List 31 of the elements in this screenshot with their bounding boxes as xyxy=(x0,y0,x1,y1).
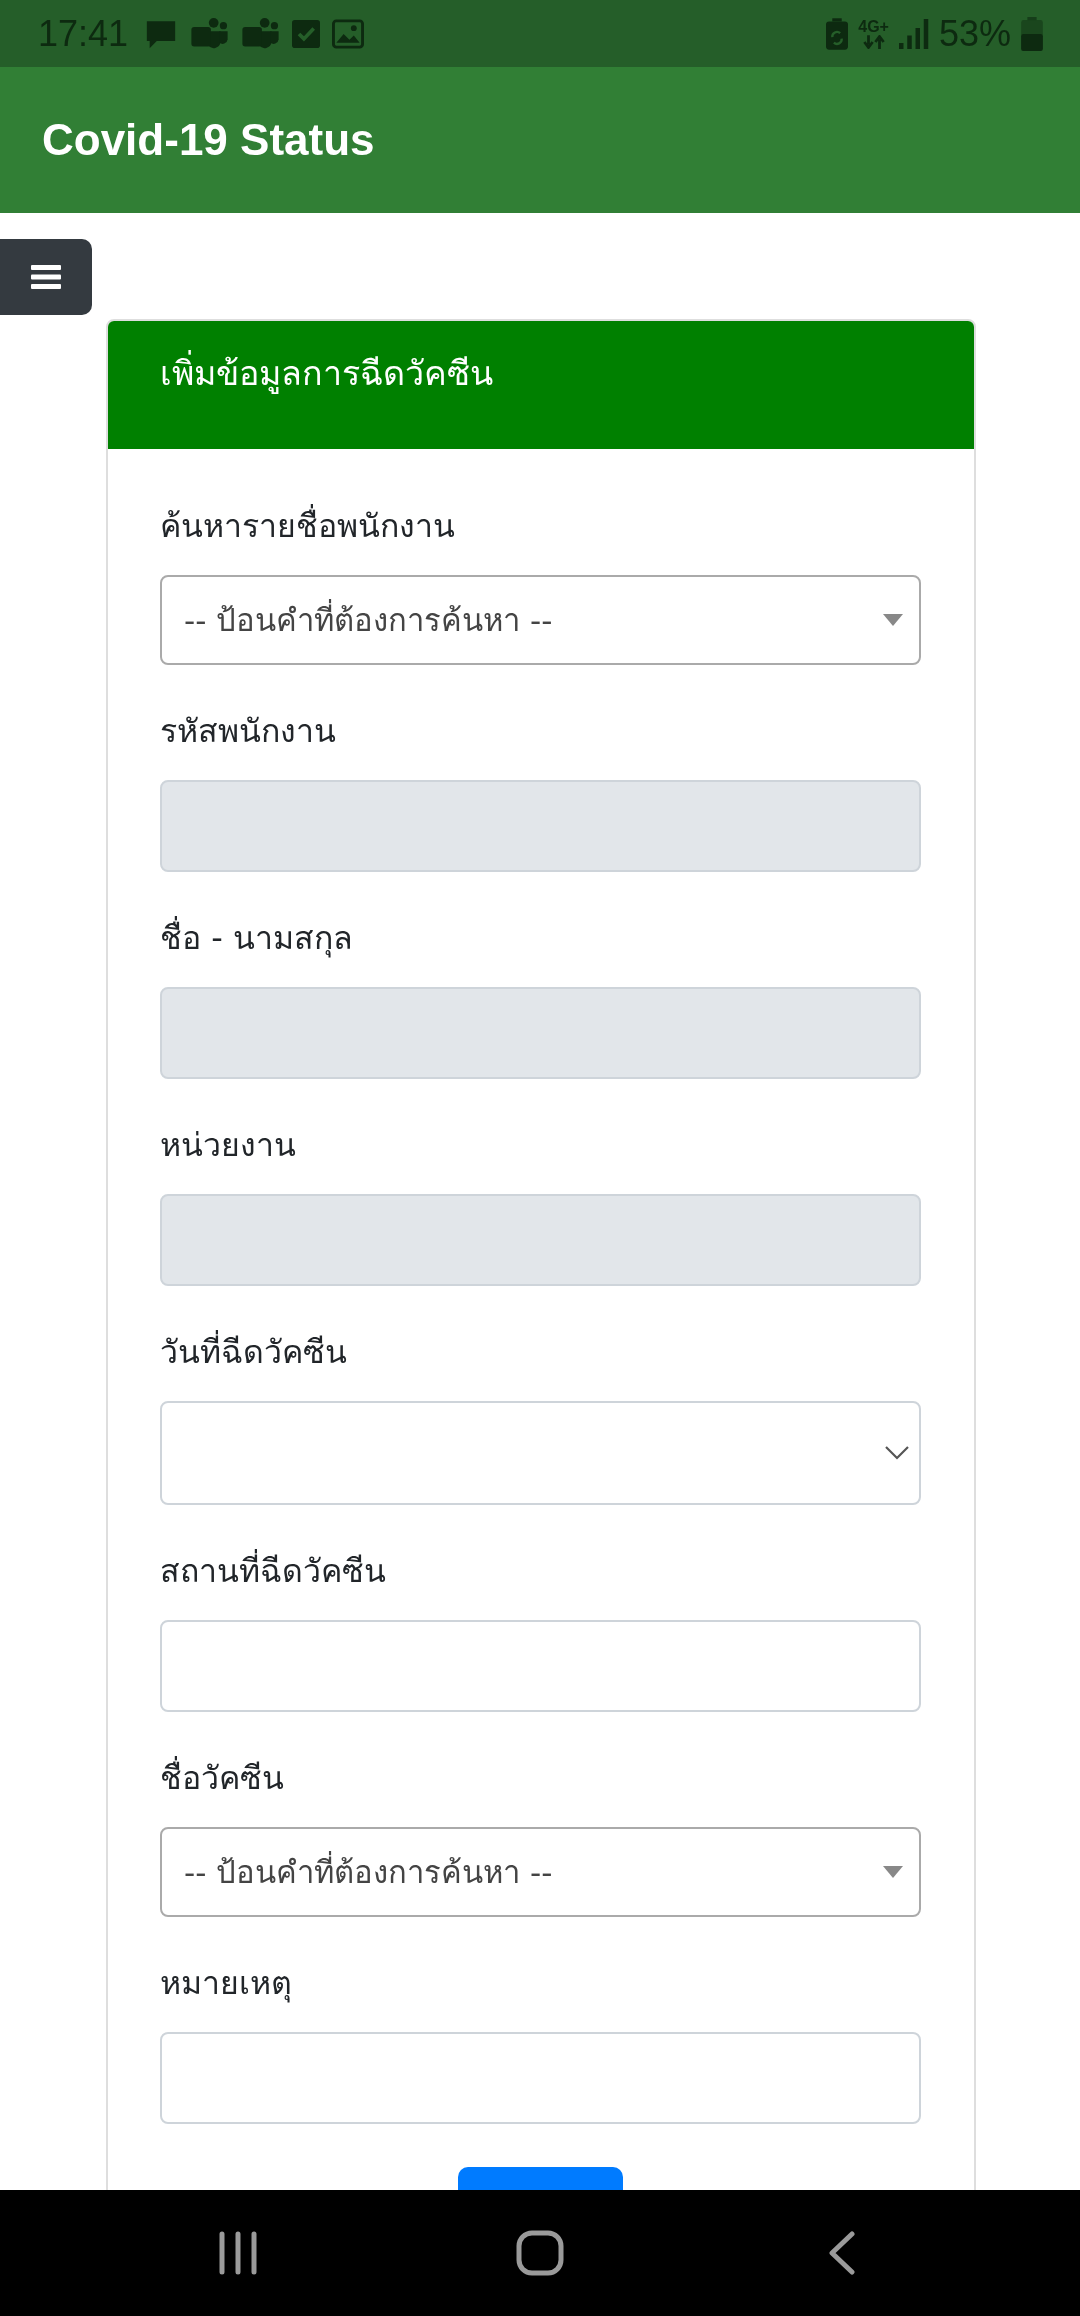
home-icon[interactable] xyxy=(516,2230,564,2276)
recent-apps-icon[interactable] xyxy=(218,2231,258,2275)
field-label: วันที่ฉีดวัคซีน xyxy=(160,1327,347,1377)
app-title: Covid-19 Status xyxy=(42,115,375,165)
search-select-field[interactable]: -- ป้อนคำที่ต้องการค้นหา -- xyxy=(160,1827,921,1917)
battery-icon xyxy=(1021,16,1043,51)
menu-button[interactable] xyxy=(0,239,92,315)
menu-icon xyxy=(31,265,61,289)
field-label: ชื่อ - นามสกุล xyxy=(160,913,353,963)
battery-saver-icon xyxy=(826,17,849,50)
caret-down-icon xyxy=(883,1866,903,1878)
field-label: สถานที่ฉีดวัคซีน xyxy=(160,1546,386,1596)
text-field[interactable] xyxy=(160,2032,921,2124)
team-app-icon xyxy=(190,16,230,51)
field-label: หมายเหตุ xyxy=(160,1963,292,2005)
image-icon xyxy=(332,18,365,49)
field-label: ชื่อวัคซีน xyxy=(160,1753,284,1803)
field-label: หน่วยงาน xyxy=(160,1125,296,1166)
team-app-icon xyxy=(241,16,281,51)
back-icon[interactable] xyxy=(828,2231,856,2275)
data-arrows-icon xyxy=(862,34,885,49)
signal-icon xyxy=(898,18,929,49)
search-select-field[interactable]: -- ป้อนคำที่ต้องการค้นหา -- xyxy=(160,575,921,665)
checkbox-icon xyxy=(292,19,321,48)
text-field[interactable] xyxy=(160,1620,921,1712)
field-label: ค้นหารายชื่อพนักงาน xyxy=(160,501,455,551)
date-field[interactable] xyxy=(160,1401,921,1505)
caret-down-icon xyxy=(883,614,903,626)
card-title: เพิ่มข้อมูลการฉีดวัคซีน xyxy=(160,348,493,398)
field-label: รหัสพนักงาน xyxy=(160,711,336,752)
chevron-down-icon xyxy=(885,1446,909,1460)
